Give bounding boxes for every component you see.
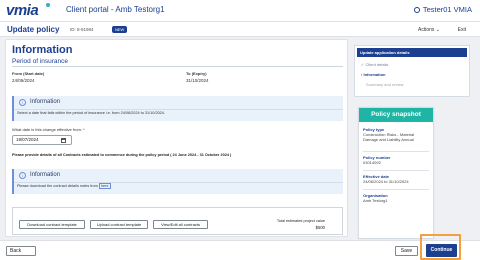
steps-header: Update application details [357, 48, 467, 57]
save-button[interactable]: Save [395, 246, 418, 256]
info-icon: i [19, 99, 26, 106]
info-box-text: Please download the contract details not… [17, 183, 111, 189]
download-template-button[interactable]: Download contract template [19, 220, 85, 229]
logo-accent [46, 3, 50, 7]
download-notes-text: Please download the contract details not… [17, 184, 98, 188]
policy-number-block: Policy number 03014092 [363, 155, 429, 165]
actions-dropdown[interactable]: Actions ⌄ [418, 27, 440, 33]
organisation-value: Amb Testorg1 [363, 198, 388, 203]
step-information[interactable]: › Information [361, 72, 385, 77]
from-value: 24/06/2024 [12, 78, 35, 83]
info-box-text: Select a date that falls within the peri… [17, 111, 165, 115]
policy-id: ID: 8-91984 [70, 27, 94, 32]
period-title: Period of insurance [12, 58, 69, 65]
step-summary[interactable]: Summary and review [366, 82, 404, 87]
download-notes-link[interactable]: here [98, 183, 111, 189]
snapshot-title: Policy snapshot [359, 108, 433, 122]
page-title: Update policy [7, 25, 60, 34]
snapshot-divider [363, 189, 429, 190]
upload-template-button[interactable]: Upload contract template [90, 220, 148, 229]
continue-highlight-box [420, 234, 461, 260]
portal-title: Client portal - Amb Testorg1 [66, 5, 165, 14]
step-label: Summary and review [366, 82, 404, 87]
info-box-period: i Information Select a date that falls w… [12, 96, 343, 121]
user-menu[interactable]: Tester01 VMIA [413, 5, 472, 14]
info-box-title: Information [30, 172, 61, 178]
info-icon: i [19, 172, 26, 179]
back-button[interactable]: Back [6, 246, 36, 256]
policy-type-value-line2: Damage and Liability Annual [363, 137, 414, 142]
view-edit-contracts-button[interactable]: View/Edit all contracts [153, 220, 208, 229]
vmia-logo[interactable]: vmia [6, 2, 39, 19]
from-label: From (Start date) [12, 71, 45, 76]
step-label: Client details [365, 62, 389, 67]
top-bar: vmia Client portal - Amb Testorg1 Tester… [0, 0, 480, 22]
to-label: To (Expiry) [186, 71, 207, 76]
sub-header: Update policy ID: 8-91984 NEW Actions ⌄ … [0, 22, 480, 37]
policy-type-block: Policy type Construction Risks - Materia… [363, 127, 429, 142]
total-value: $500 [315, 225, 325, 230]
snapshot-divider [363, 170, 429, 171]
snapshot-divider [363, 151, 429, 152]
info-box-header: i Information [14, 169, 343, 181]
divider [12, 66, 343, 67]
policy-snapshot-card: Policy snapshot Policy type Construction… [358, 107, 434, 239]
effective-date-block: Effective date 24/06/2024 to 31/10/2024 [363, 174, 429, 184]
contracts-instruction: Please provide details of all Contracts … [12, 153, 232, 157]
to-value: 31/10/2024 [186, 78, 209, 83]
effective-date-input[interactable]: 19/07/2024 [12, 135, 72, 145]
user-icon [413, 7, 420, 13]
effective-date-value: 19/07/2024 [16, 137, 39, 142]
main-form-card: Information Period of insurance From (St… [5, 39, 348, 237]
user-name: Tester01 VMIA [422, 5, 472, 14]
status-badge: NEW [112, 26, 128, 33]
exit-link[interactable]: Exit [458, 27, 466, 33]
info-box-title: Information [30, 99, 61, 105]
footer-bar: Back Save Continue [0, 240, 480, 260]
policy-number-value: 03014092 [363, 160, 381, 165]
step-client-details[interactable]: ✓ Client details [361, 62, 388, 67]
progress-steps: Update application details ✓ Client deta… [354, 45, 470, 97]
section-heading: Information [12, 44, 73, 56]
effective-date-question: What date is this change effective from:… [12, 127, 85, 132]
calendar-icon[interactable] [61, 138, 66, 143]
check-icon: ✓ [361, 62, 365, 67]
step-label: Information [363, 72, 386, 77]
total-value-label: Total estimated project value [276, 219, 325, 223]
info-box-divider [14, 182, 343, 183]
info-box-header: i Information [14, 96, 343, 108]
organisation-block: Organisation Amb Testorg1 [363, 193, 429, 203]
effective-date-value: 24/06/2024 to 31/10/2024 [363, 179, 409, 184]
info-box-download: i Information Please download the contra… [12, 169, 343, 194]
info-box-divider [14, 109, 343, 110]
